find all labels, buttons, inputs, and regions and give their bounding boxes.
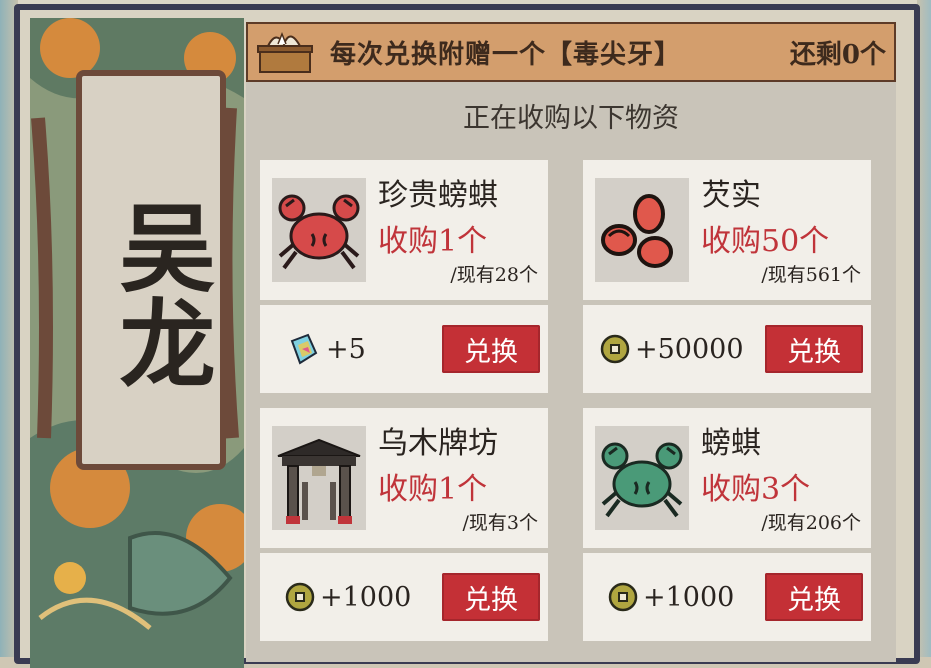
gift-box-icon: [257, 31, 313, 73]
reward: +50000: [599, 329, 744, 369]
coin-icon: [600, 334, 630, 364]
item-owned-count: /现有561个: [761, 264, 861, 286]
game-window: 吴龙 每次兑换附赠一个【毒尖牙】 还剩0个 正在收购以下物资 珍贵螃蜞 收购1个…: [0, 0, 931, 668]
item-info: 螃蜞 收购3个 /现有206个: [583, 408, 871, 548]
item-reward-row: +1000 兑换: [260, 553, 548, 641]
item-thumbnail: [595, 426, 689, 530]
exchange-button[interactable]: 兑换: [442, 325, 540, 373]
bonus-header: 每次兑换附赠一个【毒尖牙】 还剩0个: [246, 22, 896, 82]
item-thumbnail: [595, 178, 689, 282]
reward: +1000: [607, 577, 734, 617]
reward-value: +5: [326, 333, 366, 365]
item-name: 乌木牌坊: [378, 426, 498, 461]
item-card-crab: 螃蜞 收购3个 /现有206个 +1000 兑换: [583, 408, 871, 643]
item-thumbnail: [272, 178, 366, 282]
item-info: 珍贵螃蜞 收购1个 /现有28个: [260, 160, 548, 300]
item-name: 珍贵螃蜞: [378, 178, 498, 213]
coin-icon: [608, 582, 638, 612]
item-thumbnail: [272, 426, 366, 530]
archway-icon: [277, 438, 361, 524]
reward-value: +50000: [635, 333, 744, 365]
fox-nut-icon: [601, 194, 673, 268]
exchange-button[interactable]: 兑换: [765, 573, 863, 621]
item-reward-row: +1000 兑换: [583, 553, 871, 641]
item-reward-row: +50000 兑换: [583, 305, 871, 393]
green-crab-icon: [601, 442, 683, 518]
item-owned-count: /现有3个: [462, 512, 539, 534]
item-card-ebony-archway: 乌木牌坊 收购1个 /现有3个 +1000 兑换: [260, 408, 548, 643]
reward-value: +1000: [320, 581, 412, 613]
exchange-button[interactable]: 兑换: [442, 573, 540, 621]
reward-value: +1000: [643, 581, 735, 613]
coin-icon: [285, 582, 315, 612]
exchange-button[interactable]: 兑换: [765, 325, 863, 373]
bonus-text: 每次兑换附赠一个【毒尖牙】: [330, 40, 682, 70]
item-name: 芡实: [701, 178, 761, 213]
item-owned-count: /现有206个: [761, 512, 861, 534]
item-buy-quantity: 收购3个: [701, 472, 811, 507]
merchant-name: 吴龙: [103, 198, 216, 390]
red-crab-icon: [278, 194, 360, 270]
item-buy-quantity: 收购1个: [378, 472, 488, 507]
item-card-fox-nut: 芡实 收购50个 /现有561个 +50000 兑换: [583, 160, 871, 395]
item-buy-quantity: 收购50个: [701, 224, 830, 259]
item-name: 螃蜞: [701, 426, 761, 461]
merchant-side-panel: 吴龙: [30, 18, 244, 668]
gem-shard-icon: [290, 333, 318, 365]
item-buy-quantity: 收购1个: [378, 224, 488, 259]
item-card-rare-crab: 珍贵螃蜞 收购1个 /现有28个 +5 兑换: [260, 160, 548, 395]
item-info: 芡实 收购50个 /现有561个: [583, 160, 871, 300]
bonus-remaining: 还剩0个: [789, 40, 886, 70]
item-info: 乌木牌坊 收购1个 /现有3个: [260, 408, 548, 548]
purchase-panel: 正在收购以下物资 珍贵螃蜞 收购1个 /现有28个 +5 兑换 芡实 收购50个…: [246, 82, 896, 662]
item-reward-row: +5 兑换: [260, 305, 548, 393]
item-owned-count: /现有28个: [450, 264, 538, 286]
reward: +5: [286, 329, 366, 369]
reward: +1000: [284, 577, 411, 617]
panel-subtitle: 正在收购以下物资: [463, 103, 679, 134]
merchant-name-banner: 吴龙: [76, 70, 226, 470]
